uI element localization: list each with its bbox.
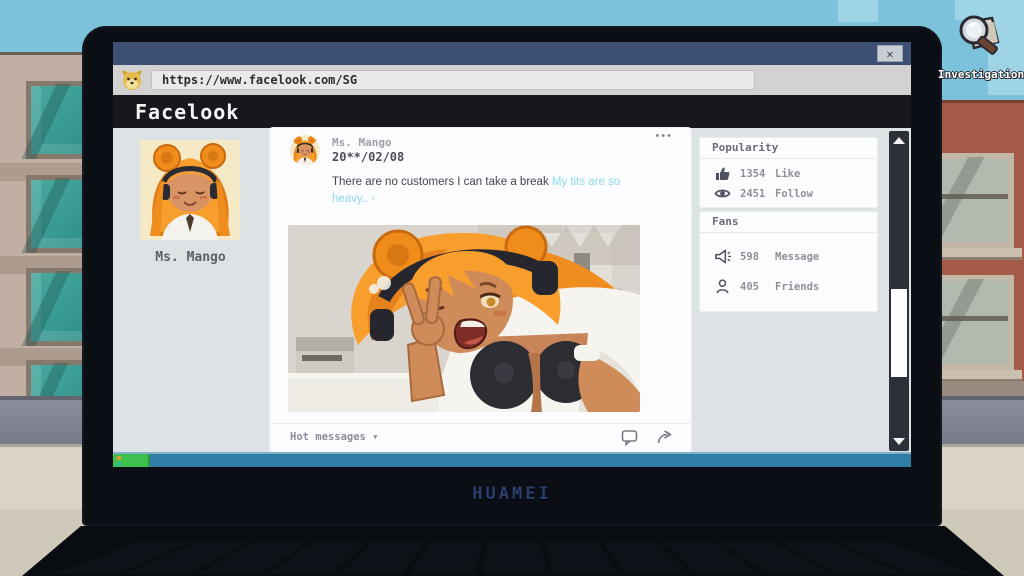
popularity-card: Popularity 1354 Like 2451 Follow (700, 138, 877, 207)
person-icon (714, 278, 731, 295)
scroll-down-arrow-icon[interactable] (893, 438, 905, 445)
follow-count: 2451 (740, 188, 766, 200)
scroll-up-arrow-icon[interactable] (893, 137, 905, 144)
post-author-avatar[interactable] (290, 135, 320, 165)
post-text: There are no customers I can take a brea… (332, 174, 637, 207)
post-image[interactable]: 30 (288, 225, 640, 412)
site-header: Facelook (113, 95, 911, 128)
fans-title: Fans (712, 215, 739, 228)
building-silhouette (838, 0, 878, 22)
status-dot-orange (117, 456, 121, 460)
investigation-label: Investigation (938, 68, 1022, 81)
thumb-up-icon (714, 165, 731, 182)
laptop-keyboard-base (22, 526, 1004, 576)
doge-icon (120, 68, 144, 92)
status-progress-block (113, 454, 150, 467)
friends-stat[interactable]: 405 Friends (714, 278, 819, 295)
url-address-bar[interactable]: https://www.facelook.com/SG (151, 70, 755, 90)
laptop-brand-logo: HUAMEI (82, 484, 942, 504)
investigation-button[interactable]: Investigation (938, 8, 1022, 88)
browser-window: ✕ https://www.facelook.com/SG Facelook M… (113, 42, 911, 467)
browser-toolbar: https://www.facelook.com/SG (113, 65, 911, 95)
message-count: 598 (740, 251, 766, 263)
follow-stat[interactable]: 2451 Follow (714, 185, 813, 202)
fans-card: Fans 598 Message 405 Friends (700, 212, 877, 311)
post-text-plain: There are no customers I can take a brea… (332, 176, 552, 188)
close-button[interactable]: ✕ (877, 45, 903, 62)
popularity-title: Popularity (712, 141, 778, 154)
like-label: Like (775, 168, 800, 180)
site-logo-text[interactable]: Facelook (135, 100, 239, 124)
friends-count: 405 (740, 281, 766, 293)
window-titlebar[interactable]: ✕ (113, 42, 911, 65)
page-content: Ms. Mango Ms. Mango 20**/02/08 ••• There… (113, 128, 911, 452)
friends-label: Friends (775, 281, 819, 293)
post-menu-dots[interactable]: ••• (655, 130, 673, 142)
status-dot-teal (117, 462, 121, 466)
megaphone-icon (714, 248, 731, 265)
message-label: Message (775, 251, 819, 263)
browser-statusbar (113, 452, 911, 467)
post-date: 20**/02/08 (332, 150, 404, 164)
investigation-magnifier-icon (948, 8, 1012, 68)
follow-label: Follow (775, 188, 813, 200)
post-card: Ms. Mango 20**/02/08 ••• There are no cu… (270, 128, 691, 452)
share-icon[interactable] (656, 429, 673, 446)
scrollbar-thumb[interactable] (891, 289, 907, 377)
like-stat[interactable]: 1354 Like (714, 165, 800, 182)
profile-avatar[interactable] (140, 140, 240, 240)
like-count: 1354 (740, 168, 766, 180)
profile-name: Ms. Mango (113, 250, 268, 265)
post-author-name[interactable]: Ms. Mango (332, 136, 392, 149)
hot-messages-dropdown[interactable]: Hot messages ▾ (290, 431, 379, 443)
post-divider (270, 423, 691, 424)
scrollbar[interactable] (889, 131, 909, 451)
message-stat[interactable]: 598 Message (714, 248, 819, 265)
eye-icon (714, 185, 731, 202)
comment-icon[interactable] (621, 429, 638, 446)
